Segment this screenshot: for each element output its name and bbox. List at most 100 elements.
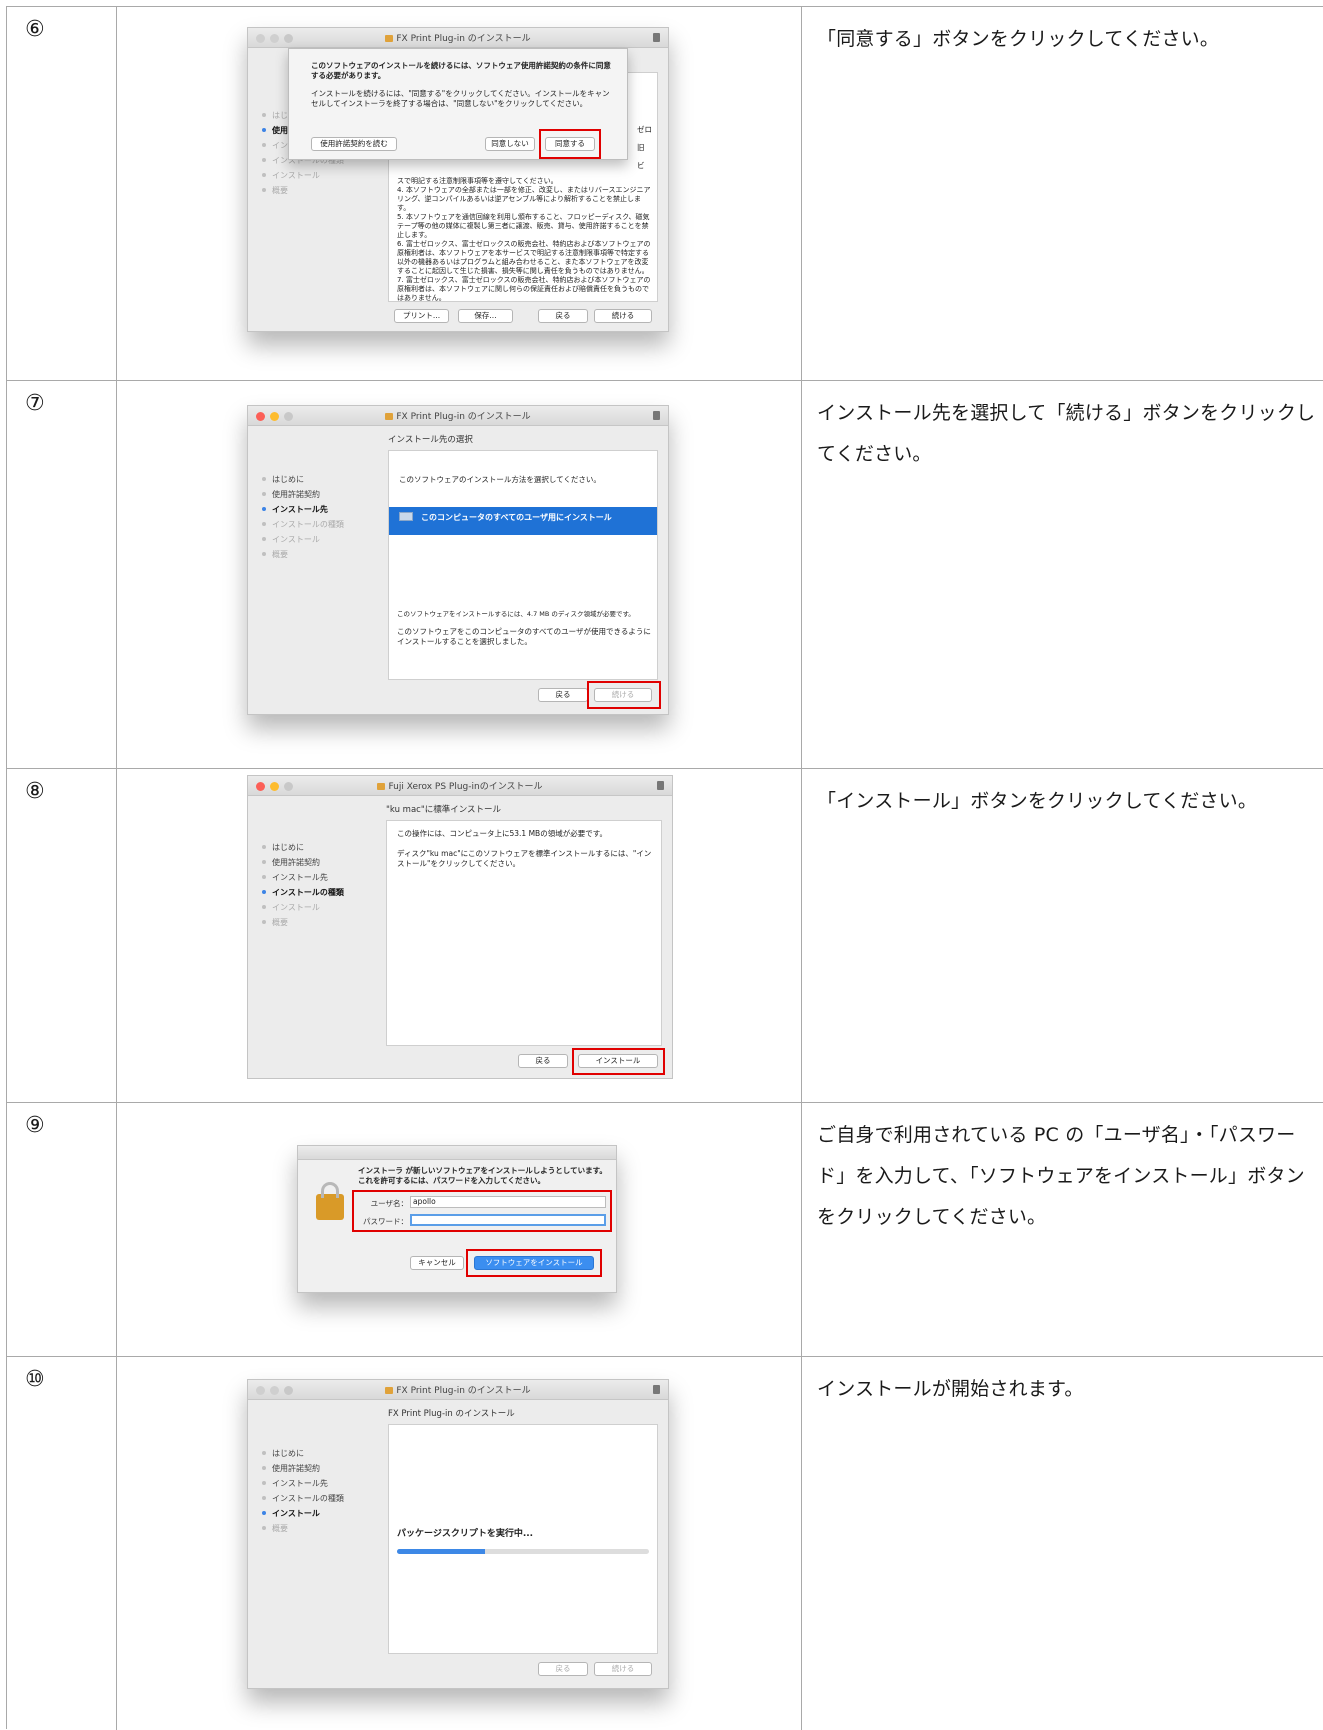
sidebar-item-intro: はじめに: [262, 840, 344, 855]
agreement-sheet: このソフトウェアのインストールを続けるには、ソフトウェア使用許諾契約の条件に同意…: [288, 48, 628, 160]
agree-button-highlight: [539, 129, 601, 159]
sidebar-item-destination: インストール先: [262, 1476, 344, 1491]
installer-window: Fuji Xerox PS Plug-inのインストール "ku mac"に標準…: [247, 775, 673, 1079]
screenshot-cell: Fuji Xerox PS Plug-inのインストール "ku mac"に標準…: [117, 769, 802, 1102]
credentials-highlight: [352, 1190, 612, 1232]
sidebar-item-summary: 概要: [262, 915, 344, 930]
instruction-table: ⑥ FX Print Plug-in のインストール はじめに 使用許諾契約 イ…: [6, 6, 1323, 1730]
license-text: スで明記する注意制限事項等を遵守してください。 4. 本ソフトウェアの全部または…: [397, 177, 651, 302]
step-number: ⑨: [25, 1113, 45, 1138]
step-number-cell: ⑨: [7, 1103, 117, 1356]
lock-icon: [316, 1182, 344, 1220]
lock-icon: [653, 33, 660, 42]
table-row-step-10: ⑩ FX Print Plug-in のインストール FX Print Plug…: [7, 1357, 1323, 1730]
table-row-step-9: ⑨ インストーラ が新しいソフトウェアをインストールしようとしています。これを許…: [7, 1103, 1323, 1357]
sidebar-item-license: 使用許諾契約: [262, 855, 344, 870]
back-button[interactable]: 戻る: [538, 688, 588, 702]
package-icon: [385, 35, 394, 42]
back-button[interactable]: 戻る: [538, 1662, 588, 1676]
sidebar: はじめに 使用許諾契約 インストール先 インストールの種類 インストール 概要: [262, 840, 344, 930]
install-software-highlight: [466, 1249, 602, 1277]
space-required-text: この操作には、コンピュータ上に53.1 MBの領域が必要です。: [397, 829, 607, 838]
window-title: Fuji Xerox PS Plug-inのインストール: [248, 779, 672, 792]
package-icon: [377, 783, 386, 790]
sidebar-item-install: インストール: [262, 900, 344, 915]
title-bar: Fuji Xerox PS Plug-inのインストール: [248, 776, 672, 796]
sheet-heading: このソフトウェアのインストールを続けるには、ソフトウェア使用許諾契約の条件に同意…: [311, 61, 611, 80]
computer-icon: [399, 512, 413, 521]
progress-bar: [397, 1549, 649, 1554]
progress-pane: パッケージスクリプトを実行中...: [388, 1424, 658, 1654]
step-number: ⑥: [25, 17, 45, 42]
install-instruction-text: ディスク"ku mac"にこのソフトウェアを標準インストールするには、"インスト…: [397, 849, 652, 868]
install-button-highlight: [572, 1048, 665, 1075]
table-row-step-8: ⑧ Fuji Xerox PS Plug-inのインストール "ku mac"に…: [7, 769, 1323, 1103]
auth-message: インストーラ が新しいソフトウェアをインストールしようとしています。これを許可す…: [358, 1166, 607, 1185]
installer-window: FX Print Plug-in のインストール インストール先の選択 はじめに…: [247, 405, 669, 715]
instruction-cell: 「インストール」ボタンをクリックしてください。: [802, 769, 1323, 1102]
sidebar-item-install: インストール: [262, 1506, 344, 1521]
sidebar-item-summary: 概要: [262, 183, 344, 198]
sidebar-item-summary: 概要: [262, 547, 344, 562]
package-icon: [385, 413, 394, 420]
installer-window: FX Print Plug-in のインストール FX Print Plug-i…: [247, 1379, 669, 1689]
installer-window: FX Print Plug-in のインストール はじめに 使用許諾契約 インス…: [247, 27, 669, 332]
sidebar: はじめに 使用許諾契約 インストール先 インストールの種類 インストール 概要: [262, 472, 344, 562]
sidebar-item-type: インストールの種類: [262, 885, 344, 900]
sheet-body: インストールを続けるには、"同意する"をクリックしてください。インストールをキャ…: [311, 89, 610, 108]
sidebar-item-summary: 概要: [262, 1521, 344, 1536]
disagree-button[interactable]: 同意しない: [485, 137, 535, 151]
screenshot-cell: FX Print Plug-in のインストール FX Print Plug-i…: [117, 1357, 802, 1730]
install-all-users-option[interactable]: このコンピュータのすべてのユーザ用にインストール: [389, 507, 657, 535]
screenshot-cell: インストーラ が新しいソフトウェアをインストールしようとしています。これを許可す…: [117, 1103, 802, 1356]
continue-button[interactable]: 続ける: [594, 1662, 652, 1676]
progress-fill: [397, 1549, 486, 1554]
instruction-text: インストールが開始されます。: [817, 1378, 1084, 1400]
install-type-pane: この操作には、コンピュータ上に53.1 MBの領域が必要です。 ディスク"ku …: [386, 820, 662, 1046]
sidebar-item-type: インストールの種類: [262, 1491, 344, 1506]
read-license-button[interactable]: 使用許諾契約を読む: [311, 137, 397, 151]
step-number-cell: ⑧: [7, 769, 117, 1102]
sidebar: はじめに 使用許諾契約 インストール先 インストールの種類 インストール 概要: [262, 1446, 344, 1536]
continue-button[interactable]: 続ける: [594, 309, 652, 323]
instruction-cell: インストールが開始されます。: [802, 1357, 1323, 1730]
lock-icon: [657, 781, 664, 790]
step-number: ⑦: [25, 391, 45, 416]
destination-pane: このソフトウェアのインストール方法を選択してください。 このコンピュータのすべて…: [388, 450, 658, 680]
table-row-step-7: ⑦ FX Print Plug-in のインストール インストール先の選択 はじ…: [7, 381, 1323, 769]
destination-prompt: このソフトウェアのインストール方法を選択してください。: [399, 475, 601, 484]
instruction-text: ご自身で利用されている PC の「ユーザ名」・「パスワード」を入力して、「ソフト…: [817, 1124, 1305, 1228]
instruction-text: インストール先を選択して「続ける」ボタンをクリックしてください。: [817, 402, 1316, 465]
step-number: ⑧: [25, 779, 45, 804]
instruction-cell: 「同意する」ボタンをクリックしてください。: [802, 7, 1323, 380]
back-button[interactable]: 戻る: [518, 1054, 568, 1068]
window-title: FX Print Plug-in のインストール: [248, 409, 668, 422]
status-text: パッケージスクリプトを実行中...: [397, 1529, 534, 1539]
sidebar-item-license: 使用許諾契約: [262, 487, 344, 502]
license-side-fragments: ゼロ 旧 ビ: [637, 125, 652, 170]
sidebar-item-destination: インストール先: [262, 502, 344, 517]
title-bar: [298, 1146, 616, 1160]
sidebar-item-destination: インストール先: [262, 870, 344, 885]
save-button[interactable]: 保存...: [458, 309, 513, 323]
step-number-cell: ⑥: [7, 7, 117, 380]
sidebar-item-license: 使用許諾契約: [262, 1461, 344, 1476]
sidebar-item-intro: はじめに: [262, 1446, 344, 1461]
sidebar-item-install: インストール: [262, 532, 344, 547]
print-button[interactable]: プリント...: [394, 309, 449, 323]
step-number-cell: ⑩: [7, 1357, 117, 1730]
instruction-cell: インストール先を選択して「続ける」ボタンをクリックしてください。: [802, 381, 1323, 768]
pane-title: "ku mac"に標準インストール: [386, 805, 502, 815]
title-bar: FX Print Plug-in のインストール: [248, 406, 668, 426]
screenshot-cell: FX Print Plug-in のインストール はじめに 使用許諾契約 インス…: [117, 7, 802, 380]
instruction-text: 「同意する」ボタンをクリックしてください。: [817, 28, 1220, 50]
sidebar-item-intro: はじめに: [262, 472, 344, 487]
pane-title: FX Print Plug-in のインストール: [388, 1409, 515, 1419]
continue-button-highlight: [587, 681, 661, 709]
window-title: FX Print Plug-in のインストール: [248, 1383, 668, 1396]
sidebar-item-type: インストールの種類: [262, 517, 344, 532]
cancel-button[interactable]: キャンセル: [410, 1256, 464, 1270]
disk-space-note: このソフトウェアをインストールするには、4.7 MB のディスク領域が必要です。: [397, 610, 635, 618]
back-button[interactable]: 戻る: [538, 309, 588, 323]
selection-note: このソフトウェアをこのコンピュータのすべてのユーザが使用できるようにインストール…: [397, 627, 651, 646]
